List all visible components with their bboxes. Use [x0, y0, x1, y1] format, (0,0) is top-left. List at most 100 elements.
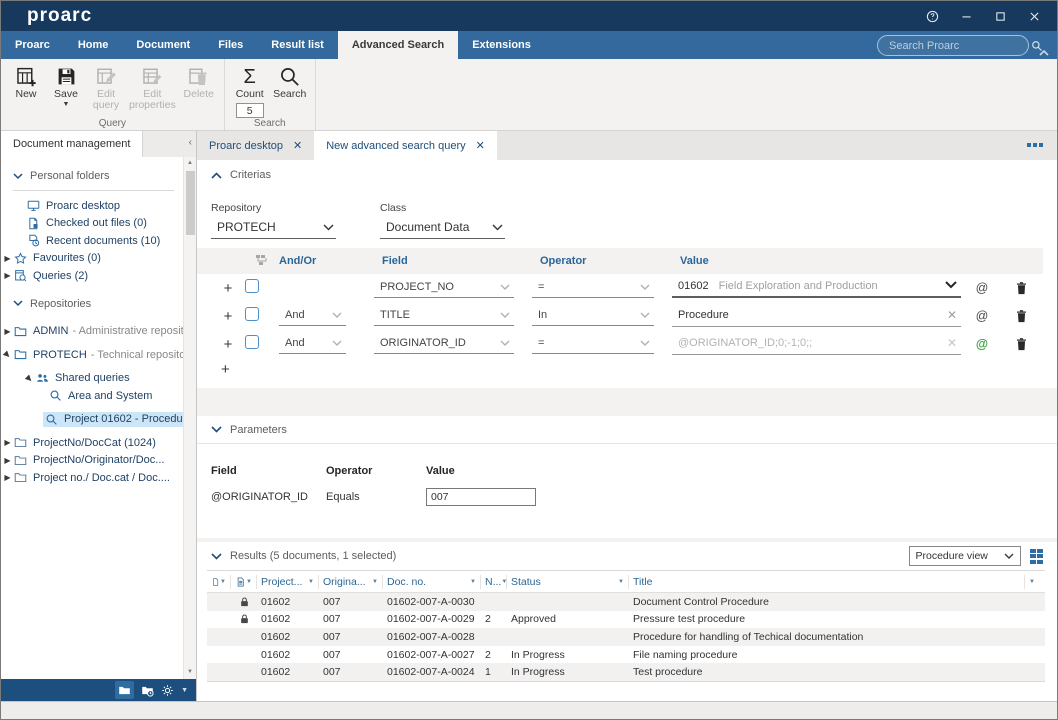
value-dropdown[interactable]: 01602 Field Exploration and Production: [672, 278, 961, 298]
parameter-toggle-button[interactable]: @: [965, 281, 999, 295]
sidebar-tab-document-management[interactable]: Document management: [1, 131, 143, 157]
results-header-toggle[interactable]: Results (5 documents, 1 selected): [211, 550, 396, 562]
andor-dropdown[interactable]: And: [279, 335, 346, 354]
value-input[interactable]: @ORIGINATOR_ID;0;-1;0;; ✕: [672, 334, 961, 355]
field-dropdown[interactable]: PROJECT_NO: [374, 279, 514, 298]
field-dropdown[interactable]: ORIGINATOR_ID: [374, 335, 514, 354]
help-button[interactable]: [919, 5, 945, 27]
criteria-checkbox[interactable]: [245, 307, 259, 321]
close-button[interactable]: [1021, 5, 1047, 27]
doc-tab-new-advanced-search[interactable]: New advanced search query ✕: [314, 131, 497, 160]
repository-select[interactable]: PROTECH: [211, 218, 336, 239]
close-tab-icon[interactable]: ✕: [293, 139, 302, 152]
add-criteria-button[interactable]: +: [221, 362, 230, 377]
expand-arrow-icon[interactable]: ▶: [1, 254, 14, 263]
tree-item-admin-repository[interactable]: ▶ ADMIN - Administrative reposit...: [1, 323, 196, 341]
col-n[interactable]: N...▼: [481, 575, 507, 589]
scrollbar-down-arrow[interactable]: ▼: [187, 666, 193, 679]
andor-dropdown[interactable]: And: [279, 307, 346, 326]
expand-arrow-icon[interactable]: ▶: [1, 271, 14, 280]
ribbon-tab-advanced-search[interactable]: Advanced Search: [338, 31, 458, 59]
delete-criteria-button[interactable]: [999, 336, 1043, 352]
edit-query-button[interactable]: Edit query: [89, 64, 123, 111]
col-title[interactable]: Title: [629, 575, 1025, 589]
collapse-arrow-icon[interactable]: ▶: [22, 370, 38, 386]
tree-item-queries[interactable]: ▶ Queries (2): [1, 267, 196, 285]
col-title-filter[interactable]: ▼: [1025, 575, 1045, 589]
operator-dropdown[interactable]: In: [532, 307, 654, 326]
expand-arrow-icon[interactable]: ▶: [1, 327, 14, 336]
class-select[interactable]: Document Data: [380, 218, 505, 239]
col-originator[interactable]: Origina...▼: [319, 575, 383, 589]
operator-dropdown[interactable]: =: [532, 335, 654, 354]
criteria-checkbox[interactable]: [245, 335, 259, 349]
expand-arrow-icon[interactable]: ▶: [1, 473, 14, 482]
collapse-ribbon-button[interactable]: [1039, 44, 1049, 62]
count-button[interactable]: Σ Count 5: [233, 64, 267, 118]
tree-item-projectno-originator[interactable]: ▶ ProjectNo/Originator/Doc...: [1, 452, 196, 470]
view-select[interactable]: Procedure view: [909, 546, 1021, 566]
parameters-section-header[interactable]: Parameters: [197, 416, 1057, 444]
edit-properties-button[interactable]: Edit properties: [129, 64, 176, 111]
add-criteria-button[interactable]: +: [211, 309, 245, 324]
criterias-section-header[interactable]: Criterias: [197, 160, 1057, 190]
folders-view-button[interactable]: [115, 681, 134, 699]
clear-value-icon[interactable]: ✕: [947, 336, 957, 350]
tree-item-recent-documents[interactable]: Recent documents (10): [1, 232, 196, 250]
delete-criteria-button[interactable]: [999, 280, 1043, 296]
tree-item-checked-out-files[interactable]: Checked out files (0): [1, 215, 196, 233]
chevron-down-icon[interactable]: [945, 280, 957, 292]
parameter-toggle-button[interactable]: @: [965, 309, 999, 323]
value-input[interactable]: Procedure ✕: [672, 306, 961, 327]
expand-arrow-icon[interactable]: ▶: [1, 438, 14, 447]
result-row[interactable]: 01602 007 01602-007-A-0029 2 Approved Pr…: [207, 611, 1045, 629]
ribbon-tab-extensions[interactable]: Extensions: [458, 31, 545, 59]
col-copy-filter[interactable]: ▼: [207, 575, 231, 589]
result-row[interactable]: 01602 007 01602-007-A-0027 2 In Progress…: [207, 646, 1045, 664]
add-criteria-button[interactable]: +: [211, 281, 245, 296]
tree-item-projectno-doccat-doc[interactable]: ▶ Project no./ Doc.cat / Doc....: [1, 469, 196, 487]
col-project[interactable]: Project...▼: [257, 575, 319, 589]
tab-overflow-menu[interactable]: [1027, 143, 1043, 147]
result-row[interactable]: 01602 007 01602-007-A-0028 Procedure for…: [207, 628, 1045, 646]
global-search-box[interactable]: [877, 35, 1029, 56]
tree-item-proarc-desktop[interactable]: Proarc desktop: [1, 197, 196, 215]
grid-view-icon[interactable]: [1030, 549, 1044, 564]
criteria-checkbox[interactable]: [245, 279, 259, 293]
run-search-button[interactable]: Search: [273, 64, 307, 100]
tree-item-projectno-doccat[interactable]: ▶ ProjectNo/DocCat (1024): [1, 434, 196, 452]
field-dropdown[interactable]: TITLE: [374, 307, 514, 326]
delete-criteria-button[interactable]: [999, 308, 1043, 324]
save-query-button[interactable]: Save ▼: [49, 64, 83, 108]
clear-value-icon[interactable]: ✕: [947, 308, 957, 322]
operator-dropdown[interactable]: =: [532, 279, 654, 298]
maximize-button[interactable]: [987, 5, 1013, 27]
tree-section-personal-folders[interactable]: Personal folders: [1, 167, 196, 185]
parameter-toggle-button[interactable]: @: [965, 337, 999, 351]
sidebar-scrollbar[interactable]: ▲ ▼: [183, 157, 196, 679]
doc-tab-proarc-desktop[interactable]: Proarc desktop ✕: [197, 131, 314, 160]
minimize-button[interactable]: [953, 5, 979, 27]
expand-arrow-icon[interactable]: ▶: [1, 456, 14, 465]
close-tab-icon[interactable]: ✕: [476, 139, 485, 152]
tree-section-repositories[interactable]: Repositories: [1, 295, 196, 313]
recent-folders-icon[interactable]: [141, 684, 154, 697]
ribbon-tab-proarc[interactable]: Proarc: [1, 31, 64, 59]
collapse-sidebar-button[interactable]: ‹: [189, 137, 192, 148]
result-row[interactable]: 01602 007 01602-007-A-0024 1 In Progress…: [207, 663, 1045, 681]
result-row[interactable]: 01602 007 01602-007-A-0030 Document Cont…: [207, 593, 1045, 611]
ribbon-tab-result-list[interactable]: Result list: [257, 31, 338, 59]
search-input[interactable]: [878, 40, 1031, 52]
ribbon-tab-document[interactable]: Document: [122, 31, 204, 59]
tree-item-area-and-system[interactable]: Area and System: [1, 387, 196, 405]
col-status[interactable]: Status▼: [507, 575, 629, 589]
tree-item-protech-repository[interactable]: ▶ PROTECH - Technical repositor...: [1, 346, 196, 364]
tree-item-favourites[interactable]: ▶ Favourites (0): [1, 250, 196, 268]
tree-item-shared-queries[interactable]: ▶ Shared queries: [1, 370, 196, 388]
settings-gear-icon[interactable]: [161, 684, 174, 697]
ribbon-tab-files[interactable]: Files: [204, 31, 257, 59]
ribbon-tab-home[interactable]: Home: [64, 31, 123, 59]
param-value-input[interactable]: [426, 488, 536, 506]
delete-query-button[interactable]: Delete: [182, 64, 216, 100]
scrollbar-thumb[interactable]: [186, 171, 195, 235]
